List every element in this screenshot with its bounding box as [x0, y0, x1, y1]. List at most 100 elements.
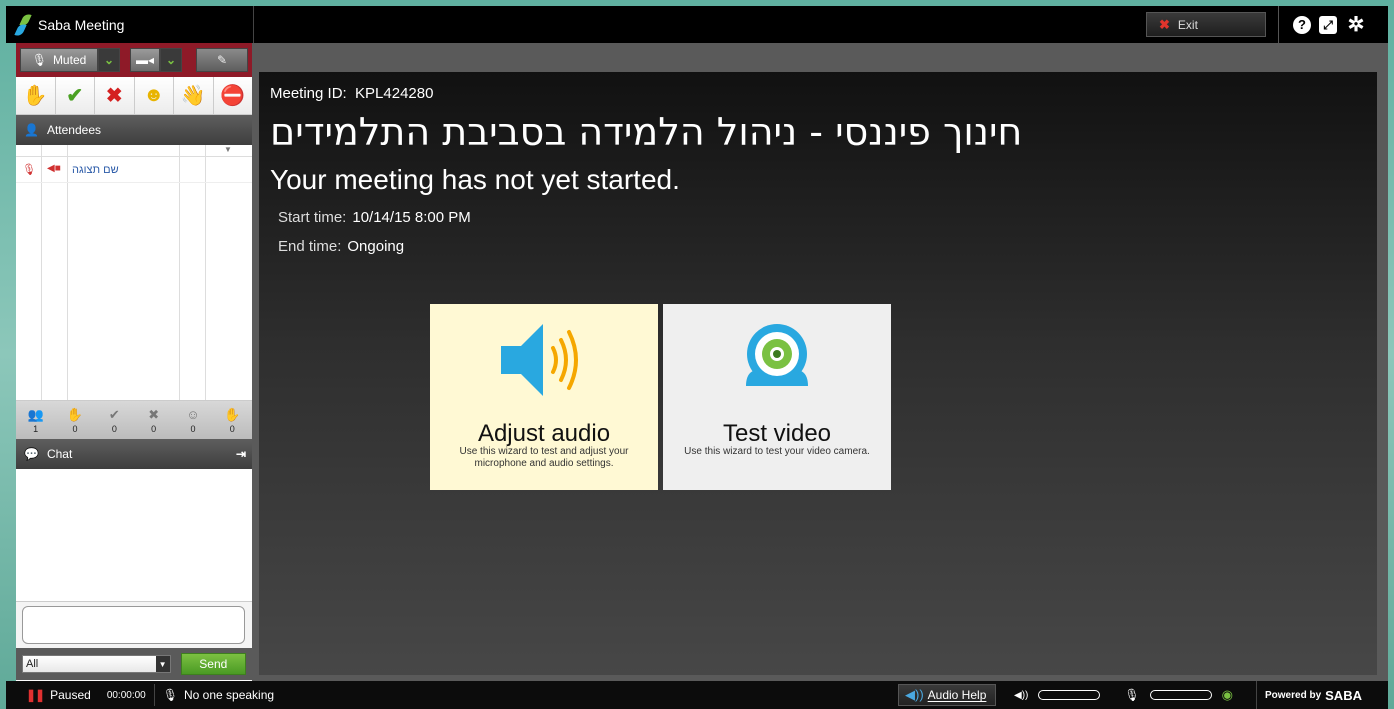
people-icon: 👥 — [27, 407, 44, 422]
meeting-id: Meeting ID: KPL424280 — [270, 85, 434, 102]
saba-logo-icon — [14, 11, 32, 38]
app-logo: Saba Meeting — [14, 6, 256, 43]
exit-label: Exit — [1177, 17, 1198, 32]
camera-status-icon: ◀■ — [47, 163, 61, 174]
start-time: Start time: 10/14/15 8:00 PM — [278, 209, 471, 226]
top-divider — [253, 6, 254, 43]
step-out-button[interactable]: ⛔ — [213, 77, 252, 114]
mute-button[interactable]: 🎙 Muted — [20, 48, 98, 72]
camera-control: ▬◂ ⌄ — [130, 48, 182, 72]
mic-control: 🎙 Muted ⌄ — [20, 48, 120, 72]
raise-hand-icon: ✋ — [22, 85, 48, 107]
attendees-table: ▼ 🎙 ◀■ שם תצוגה — [16, 145, 252, 401]
status-bar: ❚❚ Paused 00:00:00 🎙 No one speaking ◀))… — [6, 681, 1388, 709]
applause-button[interactable]: 👋 — [174, 77, 214, 114]
video-camera-icon: ▬◂ — [135, 53, 155, 67]
checkmark-icon: ✔ — [66, 85, 84, 107]
smile-button[interactable]: ☻ — [134, 77, 174, 114]
microphone-status-icon: 🎙 — [22, 164, 36, 176]
attendees-header[interactable]: 👤 Attendees — [16, 115, 252, 145]
smile-count: ☺ 0 — [186, 407, 200, 434]
chat-messages — [16, 469, 252, 602]
person-icon: 👤 — [24, 123, 39, 137]
raise-hand-count: ✋ 0 — [66, 407, 84, 434]
x-mark-icon: ✖ — [105, 85, 123, 107]
microphone-icon: 🎙 — [1124, 688, 1140, 702]
chat-bubble-icon: 💬 — [24, 447, 39, 461]
sort-arrow-icon: ▼ — [224, 145, 232, 154]
recording-timer: 00:00:00 — [106, 689, 146, 701]
chat-recipient-select[interactable]: All ▼ — [22, 655, 171, 673]
pop-out-icon[interactable]: ⇥ — [236, 447, 246, 461]
attendees-title: Attendees — [46, 123, 101, 137]
test-video-wizard[interactable]: Test video Use this wizard to test your … — [663, 304, 891, 490]
camera-button[interactable]: ▬◂ — [130, 48, 160, 72]
audio-meters: ◀)) 🎙 ◉ — [1002, 681, 1233, 709]
speaker-volume-meter[interactable] — [1038, 690, 1101, 700]
raise-hand-button[interactable]: ✋ — [16, 77, 56, 114]
saba-brand: SABA — [1325, 687, 1362, 703]
chevron-down-icon: ⌄ — [103, 53, 115, 67]
applause-icon: ✋ — [224, 407, 241, 422]
mic-level-meter[interactable] — [1149, 690, 1212, 700]
top-bar: Saba Meeting ✖ Exit ? ⤢ ✲ — [6, 6, 1388, 43]
step-out-icon: ⛔ — [220, 85, 246, 107]
mic-dropdown[interactable]: ⌄ — [98, 48, 120, 72]
attendees-table-header[interactable]: ▼ — [16, 145, 252, 157]
meeting-stage: Meeting ID: KPL424280 חינוך פיננסי - ניה… — [259, 72, 1377, 675]
pen-icon: ✎ — [216, 53, 228, 67]
camera-dropdown[interactable]: ⌄ — [160, 48, 182, 72]
close-icon: ✖ — [1159, 16, 1170, 32]
attendee-name: שם תצוגה — [72, 164, 119, 176]
volume-icon: ◀)) — [1014, 689, 1029, 701]
send-button[interactable]: Send — [180, 653, 246, 675]
applause-count: ✋ 0 — [224, 407, 241, 434]
raise-hand-icon: ✋ — [66, 407, 84, 422]
agree-button[interactable]: ✔ — [55, 77, 95, 114]
recipient-value: All — [26, 658, 39, 670]
gear-icon[interactable]: ✲ — [1346, 15, 1366, 35]
adjust-audio-title: Adjust audio — [477, 420, 611, 447]
left-panel: 🎙 Muted ⌄ ▬◂ ⌄ ✎ ✋ ✔ ✖ ☻ 👋 ⛔ 👤 Attendees… — [16, 43, 252, 681]
chevron-down-icon: ▼ — [155, 656, 170, 672]
chat-header[interactable]: 💬 Chat ⇥ — [16, 439, 252, 469]
applause-icon: 👋 — [180, 85, 206, 107]
webcam-icon — [746, 324, 808, 386]
fullscreen-icon[interactable]: ⤢ — [1318, 15, 1338, 35]
speaking-label: No one speaking — [183, 688, 275, 702]
feedback-counts: 👥 1 ✋ 0 ✔ 0 ✖ 0 ☺ 0 ✋ 0 — [16, 401, 252, 439]
disagree-button[interactable]: ✖ — [95, 77, 135, 114]
recording-status[interactable]: ❚❚ Paused — [6, 681, 99, 709]
chat-input[interactable] — [22, 606, 245, 644]
mute-label: Muted — [52, 53, 87, 67]
powered-by-label: Powered by — [1265, 689, 1322, 701]
adjust-audio-wizard[interactable]: Adjust audio Use this wizard to test and… — [430, 304, 658, 490]
microphone-icon: 🎙 — [162, 688, 178, 702]
exit-button[interactable]: ✖ Exit — [1146, 12, 1266, 37]
attendee-row[interactable]: 🎙 ◀■ שם תצוגה — [16, 157, 252, 183]
audio-help-button[interactable]: ◀)) Audio Help — [898, 684, 996, 706]
meeting-title: חינוך פיננסי - ניהול הלמידה בסביבת התלמי… — [270, 110, 1023, 154]
chat-title: Chat — [46, 447, 73, 461]
chat-footer: All ▼ Send — [16, 648, 252, 680]
pen-button[interactable]: ✎ — [196, 48, 248, 72]
meeting-status: Your meeting has not yet started. — [270, 164, 680, 195]
help-icon[interactable]: ? — [1292, 15, 1312, 35]
agree-count: ✔ 0 — [108, 407, 120, 434]
disagree-count: ✖ 0 — [148, 407, 160, 434]
audio-video-bar: 🎙 Muted ⌄ ▬◂ ⌄ ✎ — [16, 43, 252, 77]
adjust-audio-desc: Use this wizard to test and adjust your … — [459, 446, 629, 469]
speaker-icon: ◀)) — [905, 687, 924, 702]
microphone-icon: 🎙 — [31, 53, 47, 67]
paused-label: Paused — [50, 688, 91, 702]
speaker-icon — [501, 324, 578, 396]
feedback-toolbar: ✋ ✔ ✖ ☻ 👋 ⛔ — [16, 77, 252, 115]
connection-icon: ◉ — [1221, 687, 1233, 702]
smiley-icon: ☻ — [143, 84, 165, 106]
top-divider-right — [1278, 6, 1279, 43]
test-video-desc: Use this wizard to test your video camer… — [684, 446, 870, 457]
pause-icon: ❚❚ — [26, 688, 45, 702]
app-title: Saba Meeting — [38, 16, 125, 33]
x-mark-icon: ✖ — [148, 407, 160, 422]
audio-help-label: Audio Help — [927, 688, 987, 702]
